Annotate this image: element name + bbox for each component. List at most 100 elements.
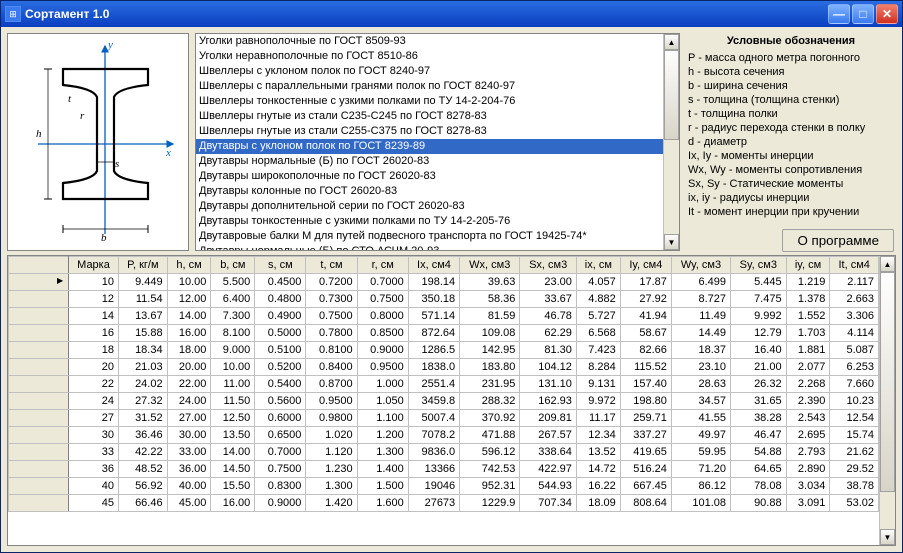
scroll-up-button[interactable]: ▲ — [664, 34, 679, 50]
table-cell[interactable]: 2.117 — [830, 274, 879, 291]
table-cell[interactable]: 66.46 — [119, 495, 168, 512]
table-cell[interactable]: 267.57 — [520, 427, 577, 444]
table-cell[interactable]: 64.65 — [731, 461, 787, 478]
table-cell[interactable]: 27 — [69, 410, 119, 427]
table-cell[interactable]: 142.95 — [460, 342, 520, 359]
column-header[interactable]: Sy, см3 — [731, 257, 787, 274]
table-cell[interactable]: 33.00 — [167, 444, 211, 461]
table-cell[interactable]: 23.00 — [520, 274, 577, 291]
table-cell[interactable]: 7.475 — [731, 291, 787, 308]
table-cell[interactable]: 21.00 — [731, 359, 787, 376]
table-cell[interactable]: 157.40 — [620, 376, 671, 393]
column-header[interactable]: Sx, см3 — [520, 257, 577, 274]
table-cell[interactable]: 1.219 — [786, 274, 830, 291]
table-cell[interactable]: 338.64 — [520, 444, 577, 461]
table-cell[interactable]: 350.18 — [408, 291, 459, 308]
table-cell[interactable]: 41.94 — [620, 308, 671, 325]
table-cell[interactable]: 0.7500 — [306, 308, 357, 325]
table-cell[interactable]: 3.091 — [786, 495, 830, 512]
table-cell[interactable]: 10 — [69, 274, 119, 291]
table-cell[interactable]: 0.9500 — [306, 393, 357, 410]
table-cell[interactable]: 24 — [69, 393, 119, 410]
table-cell[interactable]: 162.93 — [520, 393, 577, 410]
table-cell[interactable]: 742.53 — [460, 461, 520, 478]
list-scrollbar[interactable]: ▲ ▼ — [663, 34, 679, 250]
column-header[interactable]: ix, см — [576, 257, 620, 274]
table-cell[interactable]: 15.50 — [211, 478, 255, 495]
table-cell[interactable]: 1.050 — [357, 393, 408, 410]
table-cell[interactable]: 24.02 — [119, 376, 168, 393]
table-cell[interactable]: 1.300 — [306, 478, 357, 495]
profile-list-item[interactable]: Двутавры колонные по ГОСТ 26020-83 — [196, 184, 663, 199]
table-cell[interactable]: 27.32 — [119, 393, 168, 410]
table-cell[interactable]: 370.92 — [460, 410, 520, 427]
table-cell[interactable]: 42.22 — [119, 444, 168, 461]
table-cell[interactable]: 33 — [69, 444, 119, 461]
column-header[interactable]: t, см — [306, 257, 357, 274]
table-cell[interactable]: 1.881 — [786, 342, 830, 359]
table-cell[interactable]: 1.100 — [357, 410, 408, 427]
table-cell[interactable]: 422.97 — [520, 461, 577, 478]
column-header[interactable]: Iy, см4 — [620, 257, 671, 274]
table-cell[interactable]: 14 — [69, 308, 119, 325]
table-cell[interactable]: 1.230 — [306, 461, 357, 478]
profile-list-item[interactable]: Уголки неравнополочные по ГОСТ 8510-86 — [196, 49, 663, 64]
table-cell[interactable]: 0.7200 — [306, 274, 357, 291]
table-cell[interactable]: 22 — [69, 376, 119, 393]
table-cell[interactable]: 18.00 — [167, 342, 211, 359]
table-cell[interactable]: 86.12 — [671, 478, 730, 495]
table-cell[interactable]: 8.727 — [671, 291, 730, 308]
table-cell[interactable]: 14.50 — [211, 461, 255, 478]
table-cell[interactable]: 183.80 — [460, 359, 520, 376]
scroll-thumb[interactable] — [664, 50, 679, 140]
table-cell[interactable]: 872.64 — [408, 325, 459, 342]
table-cell[interactable]: 40.00 — [167, 478, 211, 495]
table-cell[interactable]: 90.88 — [731, 495, 787, 512]
table-cell[interactable]: 18 — [69, 342, 119, 359]
table-cell[interactable]: 21.62 — [830, 444, 879, 461]
profile-list-item[interactable]: Двутавровые балки М для путей подвесного… — [196, 229, 663, 244]
table-cell[interactable]: 2.543 — [786, 410, 830, 427]
table-cell[interactable]: 0.5200 — [255, 359, 306, 376]
table-cell[interactable]: 2.890 — [786, 461, 830, 478]
table-cell[interactable]: 115.52 — [620, 359, 671, 376]
table-cell[interactable]: 7.660 — [830, 376, 879, 393]
table-cell[interactable]: 109.08 — [460, 325, 520, 342]
table-cell[interactable]: 0.7300 — [306, 291, 357, 308]
table-cell[interactable]: 0.7000 — [357, 274, 408, 291]
table-cell[interactable]: 2.663 — [830, 291, 879, 308]
table-cell[interactable]: 0.5100 — [255, 342, 306, 359]
table-cell[interactable]: 8.100 — [211, 325, 255, 342]
table-cell[interactable]: 1.420 — [306, 495, 357, 512]
table-cell[interactable]: 12.54 — [830, 410, 879, 427]
scroll-up-button[interactable]: ▲ — [880, 256, 895, 272]
table-cell[interactable]: 58.36 — [460, 291, 520, 308]
table-cell[interactable]: 46.78 — [520, 308, 577, 325]
profile-list-item[interactable]: Швеллеры с параллельными гранями полок п… — [196, 79, 663, 94]
table-cell[interactable]: 15.74 — [830, 427, 879, 444]
table-cell[interactable]: 3.034 — [786, 478, 830, 495]
table-cell[interactable]: 5.727 — [576, 308, 620, 325]
table-cell[interactable]: 0.8700 — [306, 376, 357, 393]
table-cell[interactable]: 12.00 — [167, 291, 211, 308]
table-cell[interactable]: 20 — [69, 359, 119, 376]
table-cell[interactable]: 71.20 — [671, 461, 730, 478]
table-cell[interactable]: 41.55 — [671, 410, 730, 427]
table-cell[interactable]: 13.52 — [576, 444, 620, 461]
table-cell[interactable]: 1.552 — [786, 308, 830, 325]
table-cell[interactable]: 22.00 — [167, 376, 211, 393]
table-cell[interactable]: 0.4900 — [255, 308, 306, 325]
table-cell[interactable]: 17.87 — [620, 274, 671, 291]
table-cell[interactable]: 40 — [69, 478, 119, 495]
profile-list-item[interactable]: Швеллеры гнутые из стали С235-С245 по ГО… — [196, 109, 663, 124]
table-cell[interactable]: 2.077 — [786, 359, 830, 376]
table-cell[interactable]: 2.268 — [786, 376, 830, 393]
table-cell[interactable]: 14.00 — [211, 444, 255, 461]
table-cell[interactable]: 9.972 — [576, 393, 620, 410]
table-cell[interactable]: 23.10 — [671, 359, 730, 376]
table-cell[interactable]: 38.28 — [731, 410, 787, 427]
table-cell[interactable]: 4.114 — [830, 325, 879, 342]
profile-list-item[interactable]: Двутавры тонкостенные с узкими полками п… — [196, 214, 663, 229]
table-cell[interactable]: 0.8000 — [357, 308, 408, 325]
profile-list-item[interactable]: Уголки равнополочные по ГОСТ 8509-93 — [196, 34, 663, 49]
